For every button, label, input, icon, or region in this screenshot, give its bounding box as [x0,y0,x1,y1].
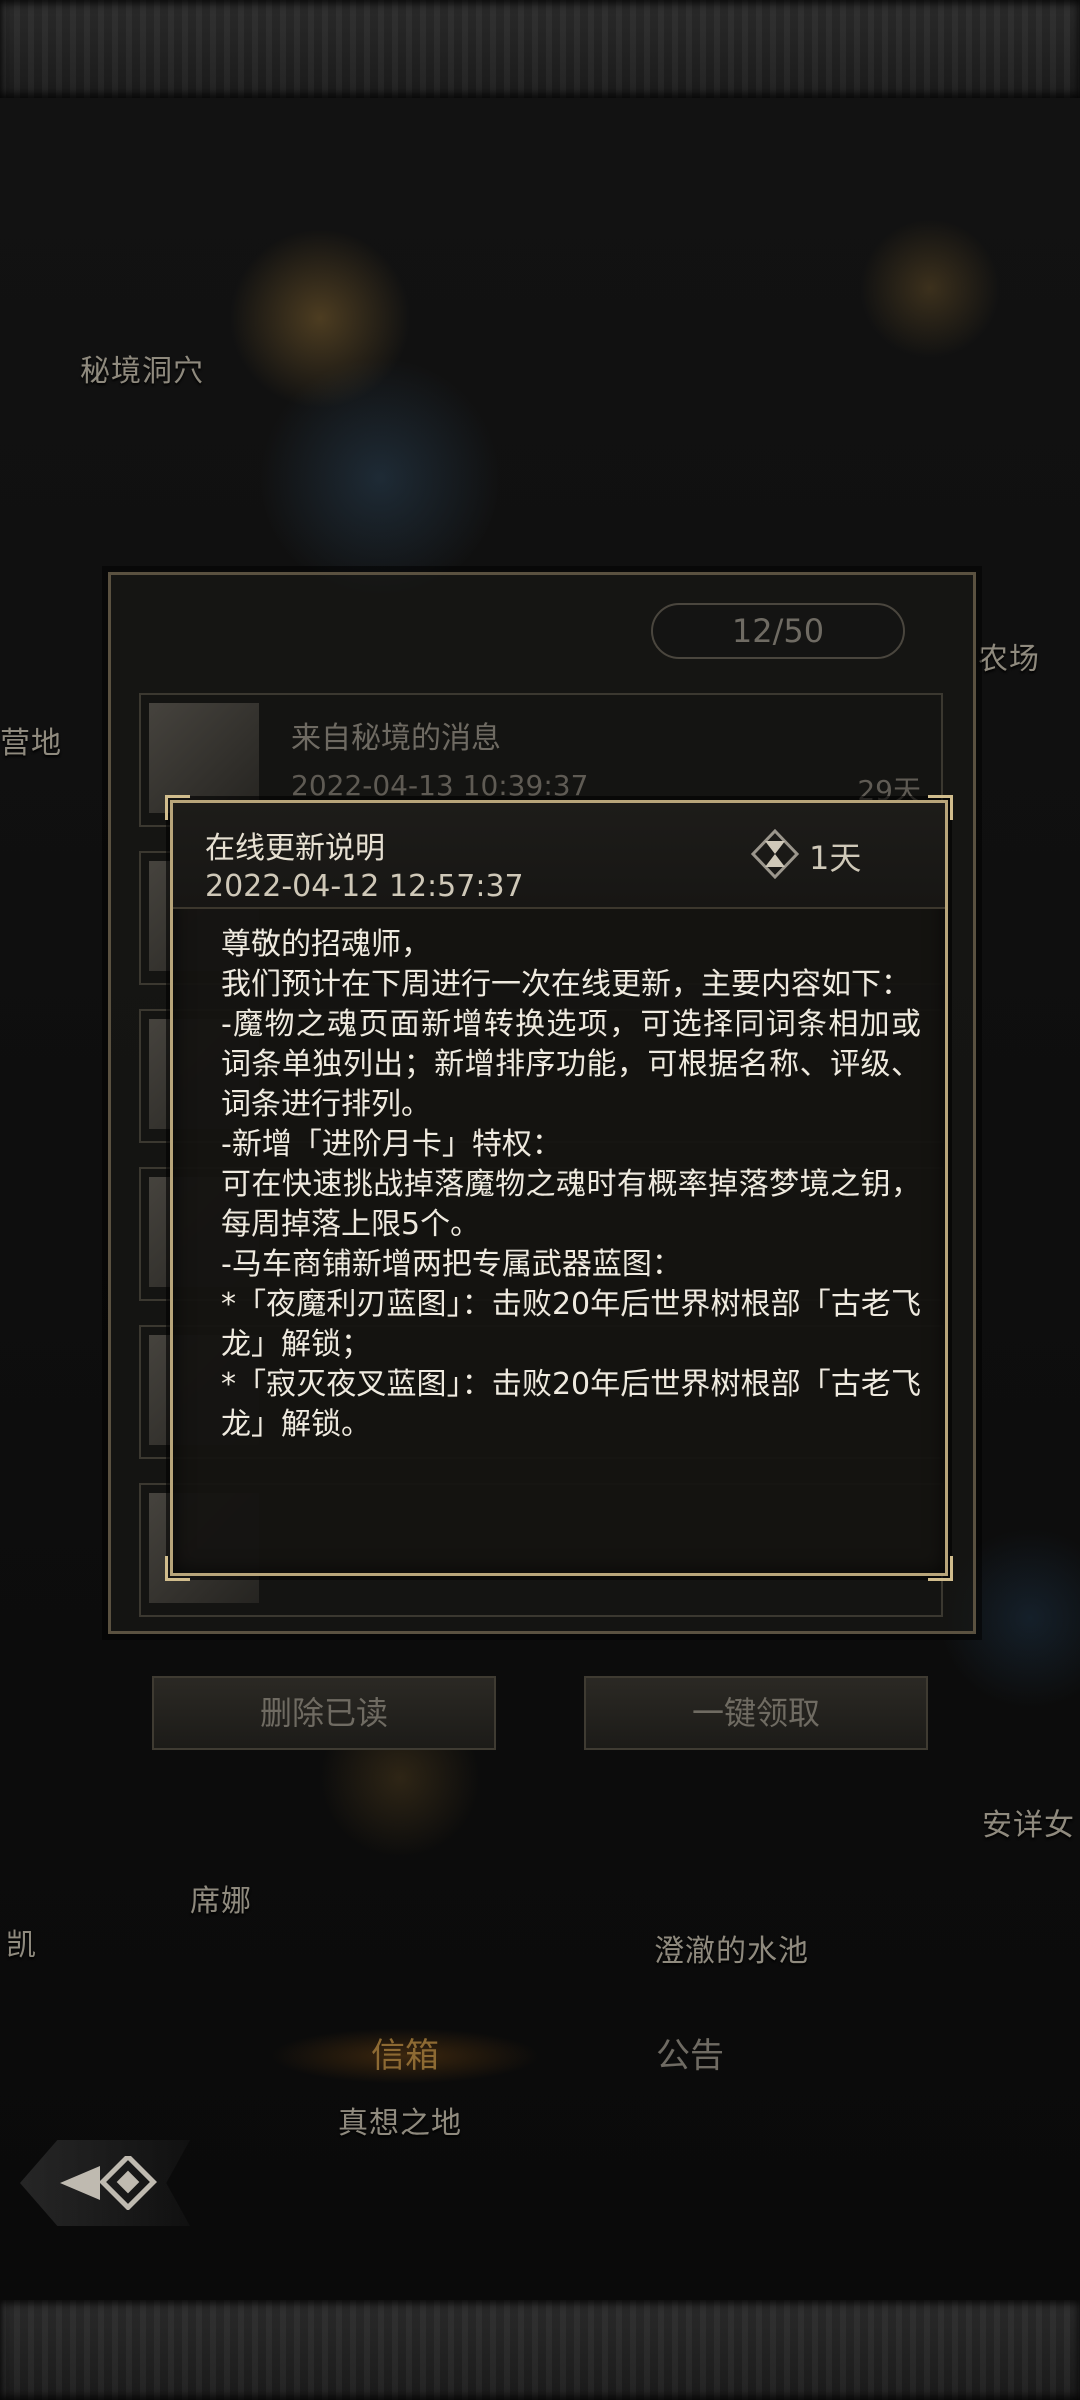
map-label-sina[interactable]: 席娜 [190,1876,252,1920]
hourglass-icon [751,829,799,879]
body-line: -马车商铺新增两把专属武器蓝图： [221,1247,682,1282]
dialog-title: 在线更新说明 [205,831,385,866]
dialog-header: 在线更新说明 2022-04-12 12:57:37 1天 [173,803,945,909]
dialog-date: 2022-04-12 12:57:37 [205,869,524,904]
frame-corner [928,1556,953,1581]
map-label-camp[interactable]: 营地 [0,718,62,762]
map-label-dreamland[interactable]: 真想之地 [338,2098,462,2142]
mail-detail-dialog: 在线更新说明 2022-04-12 12:57:37 1天 尊敬的招魂师， 我们… [165,795,953,1581]
map-label-clear-pool[interactable]: 澄澈的水池 [654,1926,809,1970]
body-line: *「寂灭夜叉蓝图」：击败20年后世界树根部「古老飞龙」解锁。 [221,1367,921,1442]
top-ornate-bar [0,0,1080,98]
claim-all-button[interactable]: 一键领取 [584,1676,928,1750]
body-line: -魔物之魂页面新增转换选项，可选择同词条相加或词条单独列出；新增排序功能，可根据… [221,1007,921,1122]
mail-item-title: 来自秘境的消息 [291,721,501,756]
delete-read-button[interactable]: 删除已读 [152,1676,496,1750]
mail-item-date: 2022-04-13 10:39:37 [291,769,589,802]
body-line: 我们预计在下周进行一次在线更新，主要内容如下： [221,967,911,1002]
body-line: *「夜魔利刃蓝图」：击败20年后世界树根部「古老飞龙」解锁； [221,1287,921,1362]
map-label-kai[interactable]: 凯 [6,1920,37,1964]
dialog-days-left: 1天 [809,839,862,877]
dialog-body[interactable]: 尊敬的招魂师， 我们预计在下周进行一次在线更新，主要内容如下： -魔物之魂页面新… [221,925,921,1445]
frame-corner [165,1556,190,1581]
tab-mailbox[interactable]: 信箱 [270,2028,540,2084]
body-line: 尊敬的招魂师， [221,927,431,962]
body-line: 可在快速挑战掉落魔物之魂时有概率掉落梦境之钥，每周掉落上限5个。 [221,1167,921,1242]
map-label-peaceful[interactable]: 安详女 [982,1800,1075,1844]
map-label-secret-cave[interactable]: 秘境洞穴 [80,346,204,390]
tab-notice[interactable]: 公告 [600,2028,780,2084]
body-line: -新增「进阶月卡」特权： [221,1127,562,1162]
mail-counter: 12/50 [651,603,905,659]
bottom-ornate-bar [0,2300,1080,2400]
back-arrow-icon [60,2156,157,2210]
map-label-farm[interactable]: 农场 [978,634,1040,678]
